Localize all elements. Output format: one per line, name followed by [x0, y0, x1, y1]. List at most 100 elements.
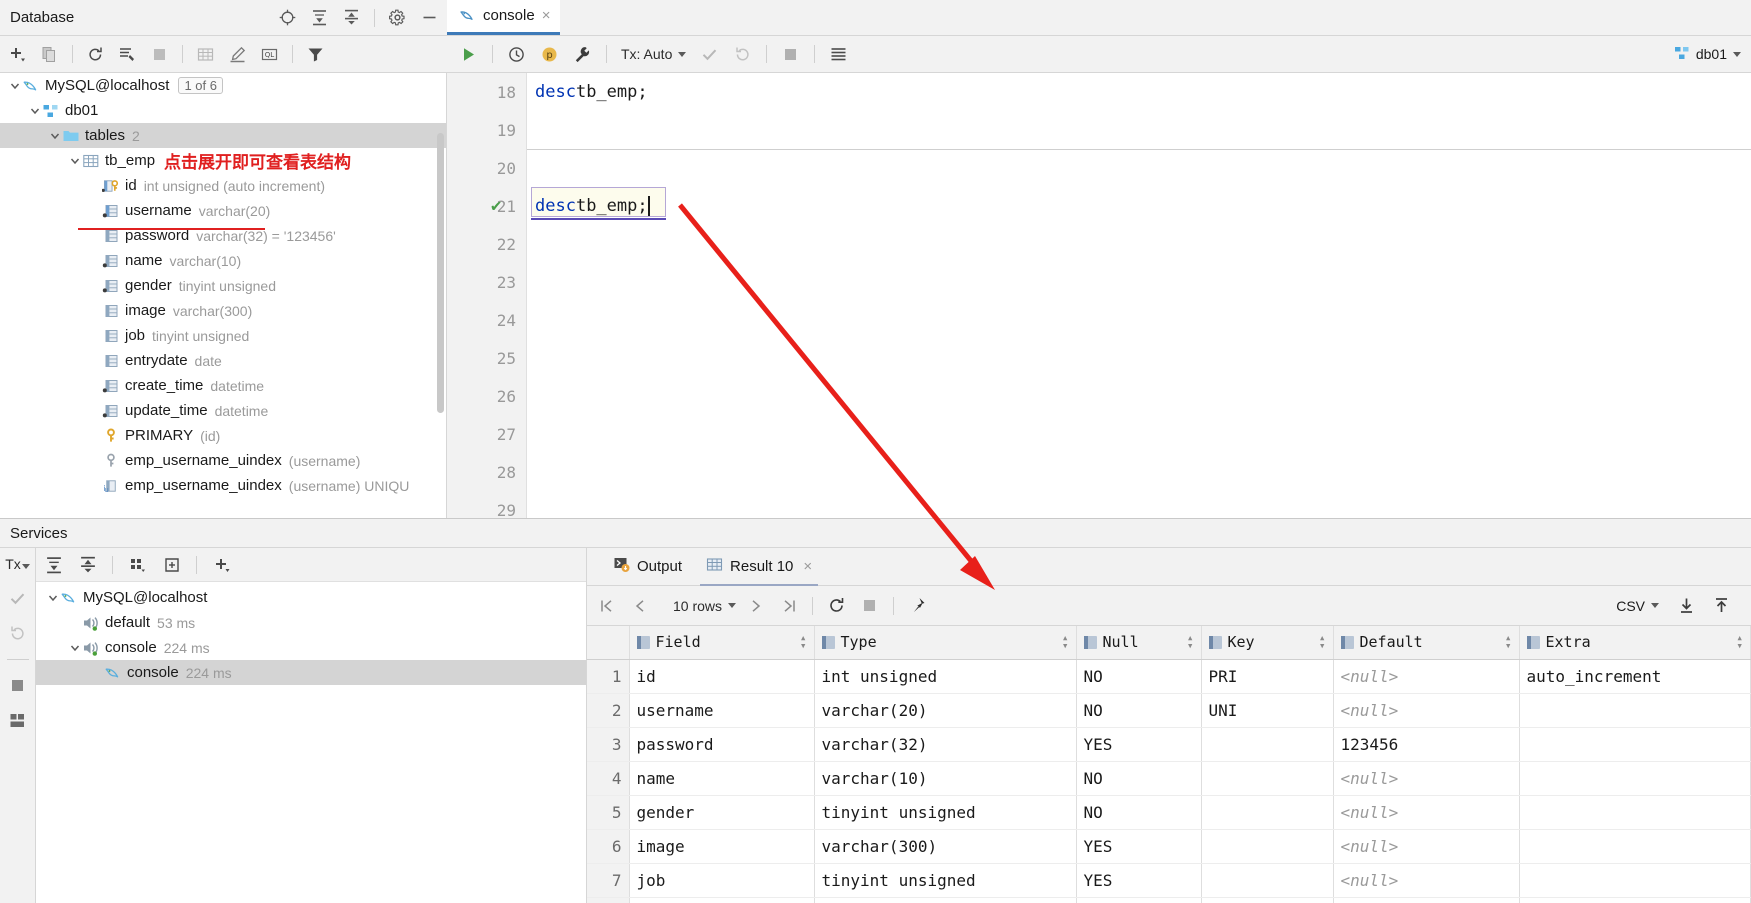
cell-null[interactable]: NO [1076, 761, 1201, 795]
code-line-19[interactable] [527, 111, 1751, 149]
modify-icon[interactable] [228, 45, 247, 64]
layout-icon[interactable] [8, 711, 27, 730]
cell-key[interactable] [1201, 761, 1333, 795]
chevron-down-icon[interactable] [48, 129, 62, 143]
tree-item-col-password[interactable]: passwordvarchar(32) = '123456' [0, 223, 446, 248]
upload-icon[interactable] [1712, 596, 1731, 615]
tree-item-col-name[interactable]: namevarchar(10) [0, 248, 446, 273]
cell-field[interactable]: password [629, 727, 814, 761]
code-line-18[interactable]: desc tb_emp; [527, 73, 1751, 111]
tree-item-mysql-localhost[interactable]: MySQL@localhost1 of 6 [0, 73, 446, 98]
cell-type[interactable]: varchar(32) [814, 727, 1076, 761]
gutter-line-23[interactable]: 23 [447, 263, 526, 301]
next-page-icon[interactable] [746, 596, 765, 615]
cell-type[interactable]: tinyint unsigned [814, 863, 1076, 897]
cell-type[interactable]: varchar(10) [814, 761, 1076, 795]
gutter-line-22[interactable]: 22 [447, 225, 526, 263]
table-row[interactable]: 8entrydatedateYES<null> [587, 897, 1751, 903]
cell-default[interactable]: <null> [1333, 761, 1519, 795]
cell-key[interactable] [1201, 897, 1333, 903]
tree-item-col-username[interactable]: usernamevarchar(20) [0, 198, 446, 223]
gutter-line-25[interactable]: 25 [447, 339, 526, 377]
table-editor-icon[interactable] [196, 45, 215, 64]
editor-gutter[interactable]: 181920✔212223242526272829 [447, 73, 527, 518]
sql-editor[interactable]: 181920✔212223242526272829 desc tb_emp;de… [447, 73, 1751, 518]
cell-extra[interactable] [1519, 761, 1751, 795]
cell-type[interactable]: varchar(20) [814, 693, 1076, 727]
cell-null[interactable]: YES [1076, 727, 1201, 761]
sort-arrows-icon[interactable]: ▴▾ [1319, 634, 1326, 650]
cell-extra[interactable] [1519, 693, 1751, 727]
cell-field[interactable]: entrydate [629, 897, 814, 903]
schema-selector[interactable]: db01 [1674, 45, 1751, 64]
tree-item-col-gender[interactable]: gendertinyint unsigned [0, 273, 446, 298]
reload-icon[interactable] [827, 596, 846, 615]
expand-all-icon[interactable] [44, 555, 63, 574]
rollback-icon[interactable] [8, 624, 27, 643]
table-row[interactable]: 4namevarchar(10)NO<null> [587, 761, 1751, 795]
tree-item-tables[interactable]: tables2 [0, 123, 446, 148]
chevron-down-icon[interactable] [28, 104, 42, 118]
collapse-all-icon[interactable] [342, 8, 361, 27]
tab-output[interactable]: Output [601, 548, 694, 586]
commit-icon[interactable] [700, 45, 719, 64]
cell-key[interactable] [1201, 795, 1333, 829]
export-format-selector[interactable]: CSV [1616, 598, 1659, 614]
commit-icon[interactable] [8, 589, 27, 608]
tab-result-10[interactable]: Result 10 × [694, 548, 824, 586]
column-header-null[interactable]: Null▴▾ [1076, 626, 1201, 659]
gutter-line-19[interactable]: 19 [447, 111, 526, 149]
locate-icon[interactable] [278, 8, 297, 27]
tree-item-col-update_time[interactable]: update_timedatetime [0, 398, 446, 423]
stop-icon[interactable] [150, 45, 169, 64]
cell-field[interactable]: id [629, 659, 814, 693]
gutter-line-28[interactable]: 28 [447, 453, 526, 491]
services-tree[interactable]: MySQL@localhostdefault53 msconsole224 ms… [36, 582, 586, 903]
column-header-field[interactable]: Field▴▾ [629, 626, 814, 659]
tab-console[interactable]: console × [447, 0, 560, 35]
tx-icon[interactable]: Tx [8, 554, 27, 573]
gutter-line-18[interactable]: 18 [447, 73, 526, 111]
profile-icon[interactable]: p [540, 45, 559, 64]
cell-key[interactable]: PRI [1201, 659, 1333, 693]
stop-icon[interactable] [8, 676, 27, 695]
table-row[interactable]: 5gendertinyint unsignedNO<null> [587, 795, 1751, 829]
cell-type[interactable]: int unsigned [814, 659, 1076, 693]
chevron-down-icon[interactable] [8, 79, 22, 93]
sort-arrows-icon[interactable]: ▴▾ [1736, 634, 1743, 650]
data-view-icon[interactable] [829, 45, 848, 64]
cell-default[interactable]: <null> [1333, 659, 1519, 693]
stop-icon[interactable] [781, 45, 800, 64]
cell-type[interactable]: varchar(300) [814, 829, 1076, 863]
column-header-type[interactable]: Type▴▾ [814, 626, 1076, 659]
cell-default[interactable]: 123456 [1333, 727, 1519, 761]
code-line-22[interactable] [527, 225, 1751, 263]
history-icon[interactable] [507, 45, 526, 64]
cell-field[interactable]: name [629, 761, 814, 795]
services-item-svc-console-child[interactable]: console224 ms [36, 660, 586, 685]
cell-key[interactable] [1201, 863, 1333, 897]
expand-all-icon[interactable] [310, 8, 329, 27]
column-header-default[interactable]: Default▴▾ [1333, 626, 1519, 659]
table-row[interactable]: 7jobtinyint unsignedYES<null> [587, 863, 1751, 897]
gear-icon[interactable] [388, 8, 407, 27]
cell-default[interactable]: <null> [1333, 897, 1519, 903]
cell-default[interactable]: <null> [1333, 795, 1519, 829]
code-line-29[interactable] [527, 491, 1751, 518]
chevron-down-icon[interactable] [68, 154, 82, 168]
minimize-icon[interactable] [420, 8, 439, 27]
cell-extra[interactable] [1519, 897, 1751, 903]
cell-default[interactable]: <null> [1333, 829, 1519, 863]
filter-icon[interactable] [306, 45, 325, 64]
cell-null[interactable]: YES [1076, 829, 1201, 863]
table-row[interactable]: 1idint unsignedNOPRI<null>auto_increment [587, 659, 1751, 693]
result-grid[interactable]: Field▴▾Type▴▾Null▴▾Key▴▾Default▴▾Extra▴▾… [587, 626, 1751, 903]
cell-null[interactable]: NO [1076, 659, 1201, 693]
cell-key[interactable]: UNI [1201, 693, 1333, 727]
services-item-svc-console[interactable]: console224 ms [36, 635, 586, 660]
column-header-extra[interactable]: Extra▴▾ [1519, 626, 1751, 659]
duplicate-icon[interactable] [40, 45, 59, 64]
code-line-24[interactable] [527, 301, 1751, 339]
column-header-key[interactable]: Key▴▾ [1201, 626, 1333, 659]
tree-item-tb_emp[interactable]: tb_emp点击展开即可查看表结构 [0, 148, 446, 173]
